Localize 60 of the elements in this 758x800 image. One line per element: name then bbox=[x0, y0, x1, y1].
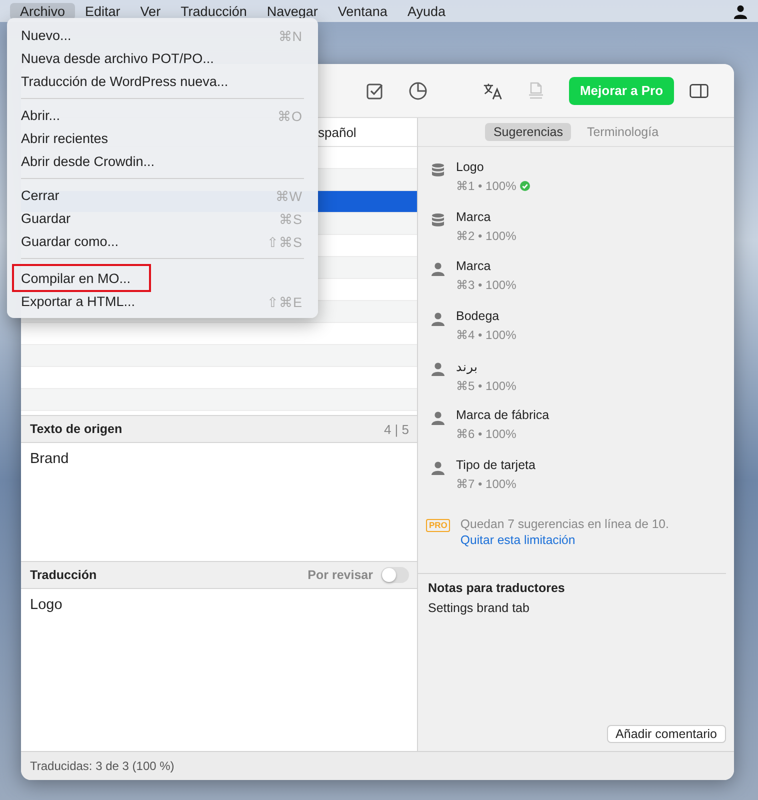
sidebar-tab[interactable]: Sugerencias bbox=[485, 123, 571, 141]
user-icon bbox=[431, 362, 445, 376]
document-icon[interactable] bbox=[526, 80, 546, 100]
menu-item[interactable]: Guardar ⌘S bbox=[7, 207, 318, 230]
menu-bar-item[interactable]: Navegar bbox=[256, 2, 328, 20]
user-icon bbox=[431, 461, 445, 476]
menu-bar-item[interactable]: Ayuda bbox=[397, 2, 456, 20]
menu-item[interactable]: Compilar en MO... bbox=[12, 264, 151, 292]
suggestion-text[interactable]: Bodega bbox=[456, 309, 516, 324]
translation-field[interactable]: Logo bbox=[21, 589, 417, 751]
suggestion-text[interactable]: Logo bbox=[456, 160, 530, 174]
user-icon bbox=[431, 262, 445, 276]
suggestion-shortcut: ⌘2 • 100% bbox=[456, 228, 516, 243]
status-text: Traducidas: 3 de 3 (100 %) bbox=[30, 759, 174, 773]
user-icon bbox=[431, 411, 445, 426]
list-row[interactable] bbox=[21, 389, 417, 411]
database-icon bbox=[431, 212, 445, 227]
notes-title: Notas para traductores bbox=[428, 580, 566, 595]
menu-item[interactable]: Nueva desde archivo POT/PO... bbox=[7, 47, 318, 70]
review-toggle[interactable] bbox=[381, 567, 409, 583]
menu-bar-item[interactable]: Traducción bbox=[170, 2, 257, 20]
source-text: Brand bbox=[30, 451, 69, 467]
pie-chart-icon[interactable] bbox=[408, 80, 428, 100]
menu-item[interactable]: Abrir... ⌘O bbox=[7, 104, 318, 127]
menu-item[interactable]: Guardar como... ⇧⌘S bbox=[7, 230, 318, 253]
menu-item[interactable]: Abrir recientes bbox=[7, 127, 318, 150]
menu-item[interactable]: Cerrar ⌘W bbox=[7, 184, 318, 207]
add-comment-button[interactable]: Añadir comentario bbox=[606, 725, 726, 743]
menu-bar-item[interactable]: Ventana bbox=[328, 2, 398, 20]
suggestion-shortcut: ⌘3 • 100% bbox=[456, 278, 516, 292]
translate-icon[interactable] bbox=[483, 80, 503, 100]
limit-note: Quedan 7 sugerencias en línea de 10. bbox=[460, 516, 669, 531]
database-icon bbox=[431, 163, 445, 177]
suggestion-text[interactable]: Tipo de tarjeta bbox=[456, 458, 536, 472]
user-icon bbox=[431, 312, 445, 326]
section-title: Texto de origen bbox=[30, 422, 122, 436]
menu-item[interactable]: Exportar a HTML... ⇧⌘E bbox=[7, 290, 318, 313]
column-header[interactable]: spañol bbox=[318, 124, 356, 140]
menu-item[interactable]: Nuevo... ⌘N bbox=[7, 24, 318, 47]
suggestion-shortcut: ⌘5 • 100% bbox=[456, 378, 516, 393]
menu-item[interactable]: Traducción de WordPress nueva... bbox=[7, 70, 318, 93]
pro-badge: PRO bbox=[426, 518, 450, 532]
review-label: Por revisar bbox=[308, 568, 373, 582]
menu-bar-item[interactable]: Editar bbox=[75, 2, 130, 20]
suggestion-text[interactable]: برند bbox=[456, 358, 516, 374]
suggestion-shortcut: ⌘7 • 100% bbox=[456, 477, 516, 492]
string-counter: 4 | 5 bbox=[384, 422, 409, 436]
notes-text: Settings brand tab bbox=[428, 600, 530, 615]
suggestion-shortcut: ⌘1 • 100% bbox=[456, 179, 516, 193]
section-title: Traducción bbox=[30, 568, 97, 582]
suggestion-shortcut: ⌘4 • 100% bbox=[456, 328, 516, 342]
suggestion-shortcut: ⌘6 • 100% bbox=[456, 427, 516, 442]
remove-limit-link[interactable]: Quitar esta limitación bbox=[460, 532, 669, 547]
menu-item[interactable]: Abrir desde Crowdin... bbox=[7, 150, 318, 173]
list-row[interactable] bbox=[21, 345, 417, 367]
menu-bar-item[interactable]: Ver bbox=[130, 2, 171, 20]
suggestion-text[interactable]: Marca bbox=[456, 259, 516, 274]
suggestion-text[interactable]: Marca bbox=[456, 210, 516, 224]
suggestion-text[interactable]: Marca de fábrica bbox=[456, 408, 550, 422]
user-icon[interactable] bbox=[733, 4, 748, 18]
